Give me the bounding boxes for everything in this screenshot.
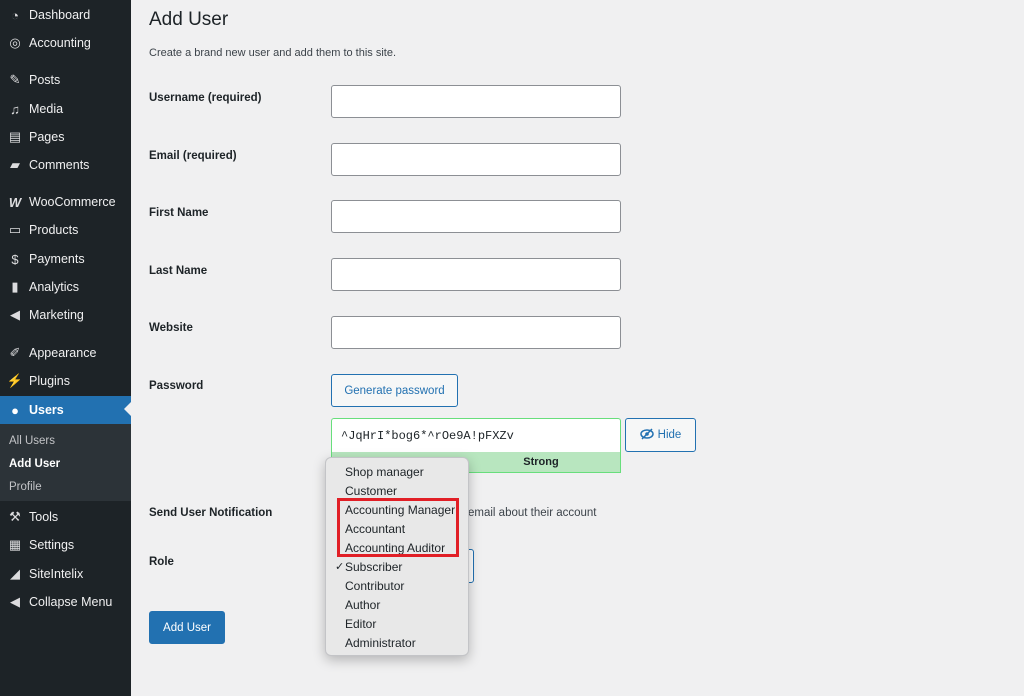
password-input[interactable]: ^JqHrI*bog6*^rOe9A!pFXZv (331, 418, 621, 452)
send-notification-label: Send User Notification (149, 507, 273, 519)
analytics-icon: ▮ (11, 279, 19, 294)
sidebar-item-label: Collapse Menu (29, 595, 113, 609)
sidebar-item-label: SiteIntelix (29, 567, 84, 581)
plugin-icon: ⚡ (6, 373, 24, 388)
pin-icon: ✎ (9, 72, 21, 87)
sidebar-item-label: Products (29, 223, 79, 237)
sidebar-item-label: Tools (29, 510, 59, 524)
sidebar-item-label: Posts (29, 73, 61, 87)
generate-password-button[interactable]: Generate password (331, 374, 458, 407)
last-name-input[interactable] (331, 258, 621, 291)
payments-icon: $ (11, 251, 19, 267)
sidebar-item-dashboard[interactable]: ◔ Dashboard (0, 2, 131, 28)
users-submenu: All Users Add User Profile (0, 424, 131, 501)
username-label-text: Username (149, 92, 205, 104)
role-option-shop-manager[interactable]: Shop manager (345, 465, 424, 479)
siteintelix-icon: ◢ (10, 566, 20, 581)
username-label: Username (required) (149, 92, 262, 104)
products-icon: ▭ (8, 222, 22, 237)
sidebar-item-posts[interactable]: ✎ Posts (0, 67, 131, 93)
sidebar-item-analytics[interactable]: ▮ Analytics (0, 274, 131, 300)
sidebar-item-collapse-menu[interactable]: ◀ Collapse Menu (0, 589, 131, 615)
sidebar-item-label: Accounting (29, 36, 91, 50)
role-label: Role (149, 556, 174, 568)
sidebar-item-label: Media (29, 102, 64, 116)
sidebar-item-marketing[interactable]: ◀ Marketing (0, 302, 131, 328)
sidebar-item-appearance[interactable]: ✐ Appearance (0, 340, 131, 366)
send-notification-text: email about their account (468, 507, 597, 519)
accounting-roles-highlight-box (337, 498, 459, 557)
password-strength-text: Strong (523, 456, 559, 468)
comments-icon: ▰ (10, 157, 20, 172)
role-option-subscriber[interactable]: Subscriber (345, 560, 402, 574)
submenu-profile[interactable]: Profile (9, 481, 42, 493)
first-name-input[interactable] (331, 200, 621, 233)
add-user-button[interactable]: Add User (149, 611, 225, 644)
sidebar-item-label: WooCommerce (29, 195, 116, 209)
sidebar-item-label: Comments (29, 158, 90, 172)
submenu-all-users[interactable]: All Users (9, 435, 55, 447)
checkmark-icon: ✓ (335, 561, 345, 573)
eye-slash-icon (639, 427, 654, 443)
sidebar-item-products[interactable]: ▭ Products (0, 217, 131, 243)
dashboard-icon: ◔ (11, 7, 19, 23)
required-note: (required) (207, 92, 262, 104)
sidebar-item-label: Users (29, 403, 64, 417)
hide-password-button[interactable]: Hide (625, 418, 696, 452)
email-label: Email (required) (149, 150, 237, 162)
wrench-icon: ⚒ (9, 509, 21, 524)
sidebar-item-woocommerce[interactable]: W WooCommerce (0, 189, 131, 215)
sidebar-item-plugins[interactable]: ⚡ Plugins (0, 368, 131, 394)
role-option-author[interactable]: Author (345, 598, 380, 612)
sidebar-item-label: Analytics (29, 280, 80, 294)
settings-icon: ▦ (8, 537, 22, 552)
website-input[interactable] (331, 316, 621, 349)
sidebar-item-settings[interactable]: ▦ Settings (0, 532, 131, 558)
role-option-editor[interactable]: Editor (345, 617, 376, 631)
first-name-label: First Name (149, 207, 209, 219)
email-label-text: Email (149, 150, 180, 162)
username-input[interactable] (331, 85, 621, 118)
accounting-icon: ◎ (9, 35, 21, 50)
media-icon: ♫ (10, 101, 20, 117)
admin-sidebar: ◔ Dashboard ◎ Accounting ✎ Posts ♫ Media… (0, 0, 131, 696)
last-name-label: Last Name (149, 265, 208, 277)
sidebar-item-label: Marketing (29, 308, 84, 322)
role-option-contributor[interactable]: Contributor (345, 579, 404, 593)
pages-icon: ▤ (8, 129, 22, 144)
sidebar-item-siteintelix[interactable]: ◢ SiteIntelix (0, 561, 131, 587)
sidebar-item-payments[interactable]: $ Payments (0, 246, 131, 272)
sidebar-item-comments[interactable]: ▰ Comments (0, 152, 131, 178)
sidebar-item-label: Plugins (29, 374, 70, 388)
sidebar-item-pages[interactable]: ▤ Pages (0, 124, 131, 150)
sidebar-item-label: Settings (29, 538, 75, 552)
active-indicator (124, 402, 131, 416)
woocommerce-icon: W (8, 194, 22, 210)
sidebar-item-label: Appearance (29, 346, 97, 360)
submenu-add-user[interactable]: Add User (9, 458, 60, 470)
sidebar-item-users[interactable]: ● Users (0, 396, 131, 424)
email-input[interactable] (331, 143, 621, 176)
sidebar-item-media[interactable]: ♫ Media (0, 96, 131, 122)
sidebar-item-accounting[interactable]: ◎ Accounting (0, 30, 131, 56)
required-note: (required) (182, 150, 237, 162)
page-description: Create a brand new user and add them to … (149, 47, 397, 59)
megaphone-icon: ◀ (10, 307, 20, 322)
page-title: Add User (149, 9, 229, 30)
website-label: Website (149, 322, 193, 334)
sidebar-item-tools[interactable]: ⚒ Tools (0, 504, 131, 530)
user-icon: ● (11, 402, 19, 418)
password-label: Password (149, 380, 204, 392)
hide-password-label: Hide (657, 429, 682, 441)
sidebar-item-label: Dashboard (29, 8, 91, 22)
brush-icon: ✐ (9, 345, 21, 360)
sidebar-item-label: Pages (29, 130, 65, 144)
collapse-icon: ◀ (10, 594, 20, 609)
role-option-customer[interactable]: Customer (345, 484, 397, 498)
sidebar-item-label: Payments (29, 252, 85, 266)
role-option-administrator[interactable]: Administrator (345, 636, 416, 650)
